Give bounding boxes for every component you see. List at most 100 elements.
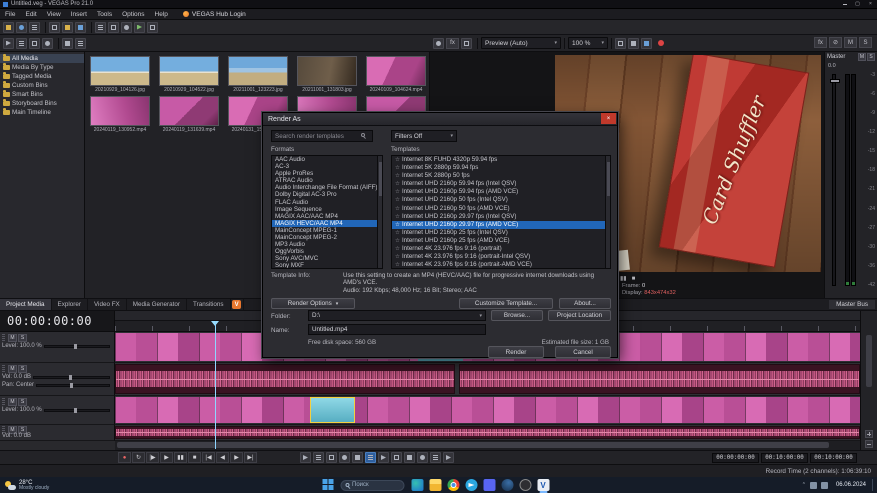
track-mute-button[interactable]: M xyxy=(8,398,17,406)
format-item[interactable]: AAC Audio xyxy=(272,156,382,163)
project-settings-gear-icon[interactable] xyxy=(433,38,444,49)
customize-template-button[interactable]: Customize Template... xyxy=(459,298,553,309)
dock-tab[interactable]: Explorer xyxy=(52,299,88,310)
auto-preview-icon[interactable] xyxy=(134,22,145,33)
timecode-field[interactable]: 00:00:00:00 xyxy=(712,453,759,463)
scrollbar-thumb[interactable] xyxy=(866,335,872,387)
format-item[interactable]: AC-3 xyxy=(272,163,382,170)
scrollbar-thumb[interactable] xyxy=(117,442,829,448)
vegas-hub-login-button[interactable]: VEGAS Hub Login xyxy=(183,11,246,18)
master-m-button[interactable]: M xyxy=(844,37,857,48)
preview-grid-icon[interactable] xyxy=(461,38,472,49)
taskbar-date[interactable]: 06.06.2024 xyxy=(836,482,866,488)
tree-item[interactable]: Media By Type xyxy=(0,63,84,72)
file-name-input[interactable] xyxy=(308,324,486,335)
master-mute-button[interactable]: M xyxy=(858,53,866,61)
folder-dropdown[interactable]: D:\ ▾ xyxy=(308,310,486,321)
menu-item[interactable]: Edit xyxy=(20,11,41,18)
auto-crossfade-icon[interactable] xyxy=(378,452,389,463)
dialog-title-bar[interactable]: Render As × xyxy=(263,113,617,126)
formats-scrollbar[interactable] xyxy=(377,156,382,268)
steam-icon[interactable] xyxy=(501,479,513,491)
master-solo-button[interactable]: S xyxy=(867,53,875,61)
format-item[interactable]: ATRAC Audio xyxy=(272,177,382,184)
edit-cursor[interactable] xyxy=(215,321,216,449)
template-item[interactable]: ☆ Internet 8K FUHD 4320p 59.94 fps xyxy=(392,156,610,164)
format-item[interactable]: OggVorbis xyxy=(272,248,382,255)
weather-widget[interactable]: 28°C Mostly cloudy xyxy=(5,480,49,491)
zoom-edit-tool-icon[interactable] xyxy=(339,452,350,463)
timecode-field[interactable]: 00:10:00:00 xyxy=(761,453,808,463)
track-mute-button[interactable]: M xyxy=(8,365,17,373)
save-project-icon[interactable] xyxy=(75,22,86,33)
template-item[interactable]: ☆ Internet UHD 2160p 59.94 fps (AMD VCE) xyxy=(392,188,610,196)
play-button[interactable]: ▶ xyxy=(160,452,173,463)
template-item[interactable]: ☆ Internet UHD 2160p 25 fps (Intel QSV) xyxy=(392,229,610,237)
capture-video-icon[interactable] xyxy=(16,22,27,33)
render-options-button[interactable]: Render Options ▾ xyxy=(271,298,355,309)
format-item[interactable]: Sony AVC/MVC xyxy=(272,255,382,262)
new-project-icon[interactable] xyxy=(49,22,60,33)
dock-tab[interactable]: Media Generator xyxy=(127,299,187,310)
selection-edit-tool-icon[interactable] xyxy=(326,452,337,463)
menu-item[interactable]: File xyxy=(0,11,20,18)
split-trim-icon[interactable] xyxy=(352,452,363,463)
about-button[interactable]: About... xyxy=(559,298,611,309)
track-header-audio-1[interactable]: M S Vol: 0.0 dB Pan: Center xyxy=(0,363,115,396)
media-thumbnail[interactable]: 20210929_104126.jpg xyxy=(88,56,152,93)
telegram-icon[interactable] xyxy=(465,479,477,491)
track-grip-icon[interactable] xyxy=(2,398,5,405)
open-project-icon[interactable] xyxy=(62,22,73,33)
copy-snapshot-icon[interactable] xyxy=(628,38,639,49)
media-thumbnail[interactable]: 20211001_123223.jpg xyxy=(226,56,290,93)
preview-quality-dropdown[interactable]: Preview (Auto) ▾ xyxy=(481,37,561,49)
track-level-slider[interactable] xyxy=(44,409,110,412)
track-volume-slider[interactable] xyxy=(33,376,110,379)
render-button[interactable]: Render xyxy=(488,346,544,358)
timeline-horizontal-scrollbar[interactable] xyxy=(115,441,860,450)
menu-item[interactable]: View xyxy=(42,11,66,18)
dock-tab[interactable]: Video FX xyxy=(88,299,127,310)
format-item[interactable]: MAGIX AAC/AAC MP4 xyxy=(272,213,382,220)
track-mute-button[interactable]: M xyxy=(8,334,17,342)
normal-edit-tool-icon[interactable] xyxy=(3,38,14,49)
file-explorer-icon[interactable] xyxy=(429,479,441,491)
audio-event[interactable] xyxy=(459,364,860,394)
previous-frame-button[interactable]: ◀ xyxy=(216,452,229,463)
lock-envelopes-icon[interactable] xyxy=(404,452,415,463)
extract-audio-icon[interactable] xyxy=(29,22,40,33)
tree-item[interactable]: All Media xyxy=(0,54,84,63)
format-item[interactable]: Apple ProRes xyxy=(272,170,382,177)
views-detail-icon[interactable] xyxy=(108,22,119,33)
views-thumbnail-icon[interactable] xyxy=(95,22,106,33)
split-icon[interactable] xyxy=(62,38,73,49)
go-to-start-button[interactable]: |◀ xyxy=(202,452,215,463)
tree-item[interactable]: Smart Bins xyxy=(0,90,84,99)
preview-zoom-dropdown[interactable]: 100 % ▾ xyxy=(568,37,608,49)
track-level-slider[interactable] xyxy=(44,345,110,348)
cancel-button[interactable]: Cancel xyxy=(555,346,611,358)
menu-item[interactable]: Help xyxy=(150,11,173,18)
go-to-end-button[interactable]: ▶| xyxy=(244,452,257,463)
edge-icon[interactable] xyxy=(411,479,423,491)
timecode-field[interactable]: 00:10:00:00 xyxy=(810,453,857,463)
loop-playback-button[interactable]: ↻ xyxy=(132,452,145,463)
template-item[interactable]: ☆ Internet UHD 2160p 25 fps (AMD VCE) xyxy=(392,237,610,245)
auto-ripple-icon[interactable] xyxy=(391,452,402,463)
media-thumbnail[interactable]: 20210929_104522.jpg xyxy=(157,56,221,93)
track-solo-button[interactable]: S xyxy=(18,334,27,342)
tab-master-bus[interactable]: Master Bus xyxy=(829,300,875,309)
envelope-edit-tool-icon[interactable] xyxy=(313,452,324,463)
template-item[interactable]: ☆ Internet 4K 23.976 fps 9:16 (portrait) xyxy=(392,245,610,253)
format-item[interactable]: Sony MXF xyxy=(272,262,382,269)
browse-button[interactable]: Browse... xyxy=(491,310,543,321)
vegas-taskbar-icon[interactable]: V xyxy=(537,479,549,491)
dialog-close-button[interactable]: × xyxy=(601,113,616,124)
start-button[interactable] xyxy=(322,479,334,491)
format-item[interactable]: MainConcept MPEG-1 xyxy=(272,227,382,234)
format-item[interactable]: MAGIX HEVC/AAC MP4 xyxy=(272,220,382,227)
tray-chevron-icon[interactable]: ⌃ xyxy=(802,482,806,488)
track-lane-audio-1[interactable] xyxy=(115,363,860,396)
obs-icon[interactable] xyxy=(519,479,531,491)
audio-event[interactable] xyxy=(115,426,860,439)
